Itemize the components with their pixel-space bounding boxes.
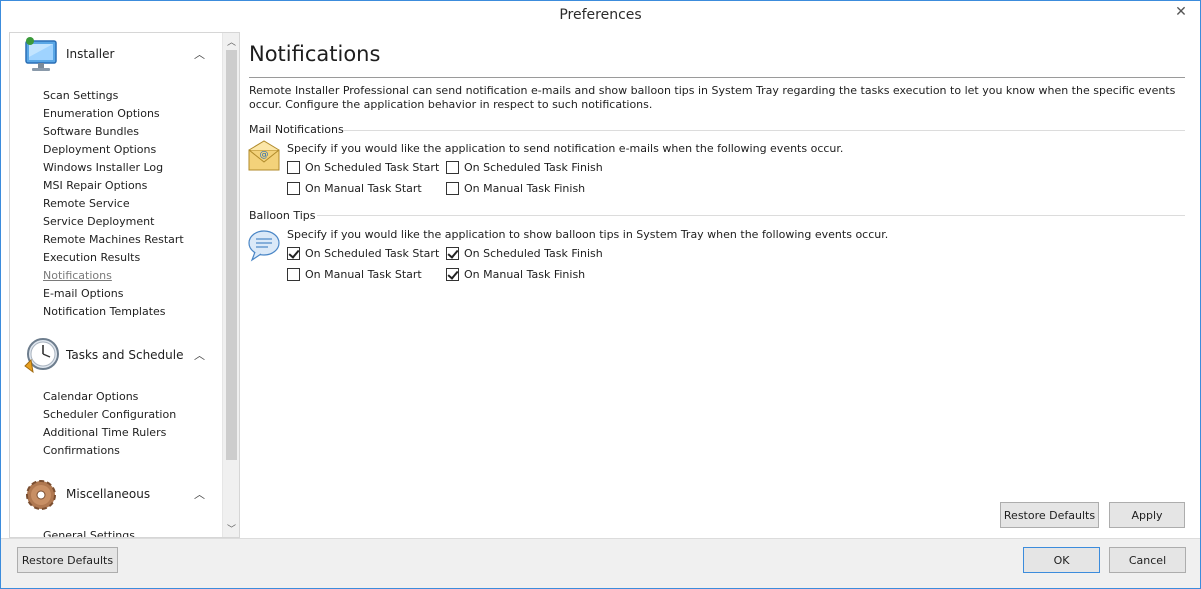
speech-bubble-icon <box>248 230 280 262</box>
group-label: Installer <box>66 47 115 61</box>
group-tasks-and-schedule[interactable]: Tasks and Schedule ︿ <box>20 336 220 376</box>
scroll-thumb[interactable] <box>226 50 237 460</box>
mail-notifications-text: Specify if you would like the applicatio… <box>287 142 844 155</box>
sidebar-item-deployment-options[interactable]: Deployment Options <box>43 143 156 156</box>
checkbox-box[interactable] <box>287 247 300 260</box>
checkbox-label: On Scheduled Task Finish <box>464 161 603 174</box>
balloon-tips-title: Balloon Tips <box>249 209 316 222</box>
sidebar-item-notifications[interactable]: Notifications <box>43 269 112 282</box>
heading-divider <box>249 77 1185 78</box>
balloon-tips-text: Specify if you would like the applicatio… <box>287 228 889 241</box>
sidebar-item-scheduler-configuration[interactable]: Scheduler Configuration <box>43 408 176 421</box>
balloon-scheduled-task-start-checkbox[interactable]: On Scheduled Task Start <box>287 247 439 260</box>
section-divider <box>317 215 1185 216</box>
chevron-up-icon[interactable]: ︿ <box>194 46 205 62</box>
preferences-window: Preferences ✕ Installer ︿ Scan Settings … <box>0 0 1201 589</box>
restore-defaults-page-button[interactable]: Restore Defaults <box>1000 502 1099 528</box>
chevron-up-icon[interactable]: ︿ <box>194 486 205 502</box>
sidebar-item-enumeration-options[interactable]: Enumeration Options <box>43 107 160 120</box>
sidebar-item-msi-repair-options[interactable]: MSI Repair Options <box>43 179 147 192</box>
sidebar-item-execution-results[interactable]: Execution Results <box>43 251 140 264</box>
checkbox-label: On Manual Task Start <box>305 182 422 195</box>
checkbox-box[interactable] <box>287 161 300 174</box>
mail-notifications-title: Mail Notifications <box>249 123 344 136</box>
balloon-manual-task-finish-checkbox[interactable]: On Manual Task Finish <box>446 268 585 281</box>
sidebar-item-general-settings[interactable]: General Settings <box>43 529 135 537</box>
sidebar-item-email-options[interactable]: E-mail Options <box>43 287 123 300</box>
checkbox-box[interactable] <box>446 161 459 174</box>
restore-defaults-button[interactable]: Restore Defaults <box>17 547 118 573</box>
envelope-icon: @ <box>248 140 280 171</box>
checkbox-label: On Scheduled Task Start <box>305 161 440 174</box>
window-title: Preferences <box>559 7 642 23</box>
scroll-up-icon[interactable]: ︿ <box>223 33 239 50</box>
sidebar-scrollbar[interactable]: ︿ ﹀ <box>222 33 239 537</box>
scroll-down-icon[interactable]: ﹀ <box>223 520 239 537</box>
sidebar-item-remote-service[interactable]: Remote Service <box>43 197 130 210</box>
sidebar-item-calendar-options[interactable]: Calendar Options <box>43 390 138 403</box>
group-label: Miscellaneous <box>66 487 151 501</box>
mail-scheduled-task-finish-checkbox[interactable]: On Scheduled Task Finish <box>446 161 603 174</box>
ok-button[interactable]: OK <box>1023 547 1100 573</box>
checkbox-label: On Scheduled Task Start <box>305 247 440 260</box>
balloon-manual-task-start-checkbox[interactable]: On Manual Task Start <box>287 268 422 281</box>
group-installer[interactable]: Installer ︿ <box>20 35 220 75</box>
checkbox-label: On Scheduled Task Finish <box>464 247 603 260</box>
sidebar: Installer ︿ Scan Settings Enumeration Op… <box>9 32 240 538</box>
section-divider <box>343 130 1185 131</box>
sidebar-item-notification-templates[interactable]: Notification Templates <box>43 305 166 318</box>
checkbox-box[interactable] <box>446 182 459 195</box>
page-description: Remote Installer Professional can send n… <box>249 84 1176 111</box>
sidebar-item-additional-time-rulers[interactable]: Additional Time Rulers <box>43 426 166 439</box>
checkbox-box[interactable] <box>446 247 459 260</box>
footer-bar: Restore Defaults OK Cancel <box>1 538 1200 588</box>
sidebar-item-software-bundles[interactable]: Software Bundles <box>43 125 139 138</box>
balloon-scheduled-task-finish-checkbox[interactable]: On Scheduled Task Finish <box>446 247 603 260</box>
checkbox-box[interactable] <box>287 182 300 195</box>
gear-icon <box>26 480 56 510</box>
mail-manual-task-start-checkbox[interactable]: On Manual Task Start <box>287 182 422 195</box>
checkbox-label: On Manual Task Finish <box>464 268 586 281</box>
sidebar-item-scan-settings[interactable]: Scan Settings <box>43 89 118 102</box>
apply-button[interactable]: Apply <box>1109 502 1185 528</box>
sidebar-item-confirmations[interactable]: Confirmations <box>43 444 120 457</box>
title-bar[interactable]: Preferences ✕ <box>1 1 1200 31</box>
svg-text:@: @ <box>260 150 269 160</box>
sidebar-item-remote-machines-restart[interactable]: Remote Machines Restart <box>43 233 184 246</box>
chevron-up-icon[interactable]: ︿ <box>194 347 205 363</box>
content-panel: Notifications Remote Installer Professio… <box>241 32 1194 538</box>
checkbox-box[interactable] <box>446 268 459 281</box>
checkbox-label: On Manual Task Start <box>305 268 422 281</box>
sidebar-item-service-deployment[interactable]: Service Deployment <box>43 215 154 228</box>
close-button[interactable]: ✕ <box>1164 1 1198 23</box>
group-label: Tasks and Schedule <box>66 348 184 362</box>
mail-manual-task-finish-checkbox[interactable]: On Manual Task Finish <box>446 182 585 195</box>
mail-scheduled-task-start-checkbox[interactable]: On Scheduled Task Start <box>287 161 439 174</box>
cancel-button[interactable]: Cancel <box>1109 547 1186 573</box>
monitor-icon <box>25 37 57 71</box>
group-miscellaneous[interactable]: Miscellaneous ︿ <box>20 475 220 515</box>
sidebar-item-windows-installer-log[interactable]: Windows Installer Log <box>43 161 163 174</box>
checkbox-box[interactable] <box>287 268 300 281</box>
page-title: Notifications <box>249 42 381 66</box>
clock-icon <box>24 338 59 374</box>
checkbox-label: On Manual Task Finish <box>464 182 586 195</box>
